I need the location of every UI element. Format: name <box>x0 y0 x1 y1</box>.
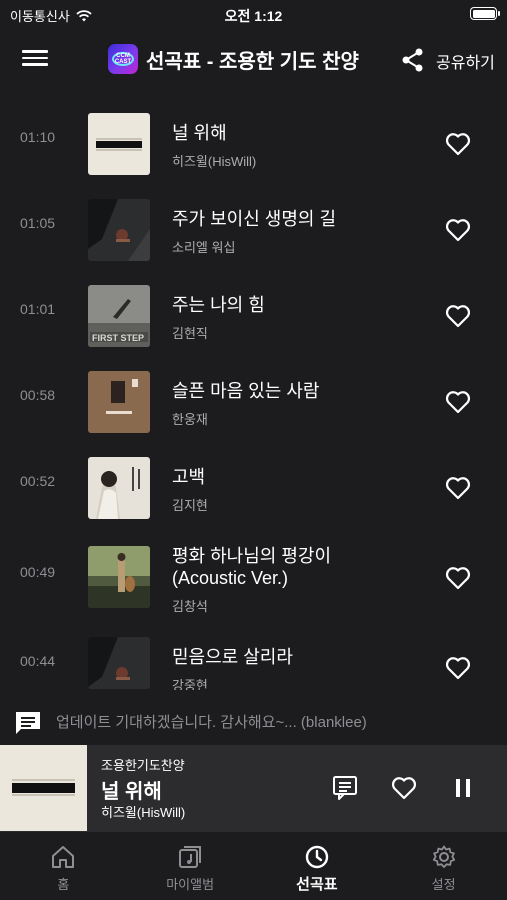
play-time: 00:44 <box>20 653 56 669</box>
comment-bar[interactable]: 업데이트 기대하겠습니다. 감사해요~... (blanklee) <box>0 702 507 738</box>
battery-icon <box>470 7 500 20</box>
song-artist: 한웅재 <box>172 412 208 427</box>
share-icon[interactable] <box>400 47 426 73</box>
heart-icon[interactable] <box>390 775 418 801</box>
album-art <box>88 637 150 689</box>
clock-icon <box>305 845 329 869</box>
play-time: 01:05 <box>20 215 56 231</box>
tab-label: 홈 <box>57 877 70 892</box>
song-artist: 김현직 <box>172 326 208 341</box>
lyrics-icon[interactable] <box>331 774 359 802</box>
song-artist: 김지현 <box>172 498 208 513</box>
share-button[interactable]: 공유하기 <box>436 49 495 73</box>
song-row[interactable]: 01:10 널 위해 히즈윌(HisWill) <box>0 100 507 186</box>
heart-icon[interactable] <box>444 565 472 591</box>
gear-icon <box>432 845 455 868</box>
tab-label: 설정 <box>431 877 456 892</box>
player-album-art <box>0 745 87 831</box>
heart-icon[interactable] <box>444 303 472 329</box>
song-artist: 소리엘 워십 <box>172 240 236 255</box>
pause-icon[interactable] <box>451 776 475 800</box>
tab-label: 선곡표 <box>296 876 338 893</box>
play-time: 00:49 <box>20 564 56 580</box>
app-logo: CCM CAST <box>108 44 138 74</box>
song-title: 슬픈 마음 있는 사람 <box>172 381 320 401</box>
album-art <box>88 457 150 519</box>
menu-icon[interactable] <box>20 46 50 72</box>
song-title: 주는 나의 힘 <box>172 295 265 315</box>
tab-my-album[interactable]: 마이앨범 <box>127 832 254 900</box>
heart-icon[interactable] <box>444 217 472 243</box>
heart-icon[interactable] <box>444 389 472 415</box>
song-row[interactable]: 01:01 FIRST STEP 주는 나의 힘 김현직 <box>0 272 507 358</box>
player-title: 널 위해 <box>101 781 162 803</box>
mini-player[interactable]: 조용한기도찬양 널 위해 히즈윌(HisWill) <box>0 745 507 831</box>
play-time: 01:01 <box>20 301 56 317</box>
album-art <box>88 113 150 175</box>
album-art <box>88 546 150 608</box>
song-row[interactable]: 00:44 믿음으로 살리라 강중현 <box>0 624 507 690</box>
album-art <box>88 371 150 433</box>
song-title: 평화 하나님의 평강이 <box>172 546 332 566</box>
song-row[interactable]: 01:05 주가 보이신 생명의 길 소리엘 워십 <box>0 186 507 272</box>
player-album: 조용한기도찬양 <box>101 758 185 773</box>
song-title-line2: (Acoustic Ver.) <box>172 568 289 588</box>
album-art <box>88 199 150 261</box>
home-icon <box>52 846 75 868</box>
header: CCM CAST 선곡표 - 조용한 기도 찬양 공유하기 <box>0 28 507 90</box>
song-row[interactable]: 00:58 슬픈 마음 있는 사람 한웅재 <box>0 358 507 444</box>
heart-icon[interactable] <box>444 475 472 501</box>
song-artist: 강중현 <box>172 678 208 690</box>
album-icon <box>179 846 202 868</box>
play-time: 01:10 <box>20 129 56 145</box>
song-list: 01:10 널 위해 히즈윌(HisWill) 01:05 주가 보이신 생명의… <box>0 90 507 690</box>
song-title: 믿음으로 살리라 <box>172 647 293 667</box>
play-time: 00:58 <box>20 387 56 403</box>
song-artist: 히즈윌(HisWill) <box>172 154 257 169</box>
tab-settings[interactable]: 설정 <box>380 832 507 900</box>
song-title: 주가 보이신 생명의 길 <box>172 209 337 229</box>
status-time: 오전 1:12 <box>224 8 283 24</box>
heart-icon[interactable] <box>444 131 472 157</box>
tab-label: 마이앨범 <box>166 877 215 892</box>
tab-bar: 홈 마이앨범 선곡표 설정 <box>0 831 507 900</box>
song-artist: 김창석 <box>172 599 208 614</box>
song-title: 고백 <box>172 467 206 487</box>
app-logo-text: CCM CAST <box>112 52 134 66</box>
tab-home[interactable]: 홈 <box>0 832 127 900</box>
song-row[interactable]: 00:49 평화 하나님의 평강이 (Acoustic Ver.) 김창석 <box>0 530 507 620</box>
player-artist: 히즈윌(HisWill) <box>101 805 186 820</box>
status-bar: 이동통신사 오전 1:12 <box>0 0 507 28</box>
song-row[interactable]: 00:52 고백 김지현 <box>0 444 507 530</box>
tab-playlist[interactable]: 선곡표 <box>254 832 381 900</box>
heart-icon[interactable] <box>444 655 472 681</box>
album-art: FIRST STEP <box>88 285 150 347</box>
svg-text:FIRST STEP: FIRST STEP <box>92 333 144 343</box>
play-time: 00:52 <box>20 473 56 489</box>
comment-text: 업데이트 기대하겠습니다. 감사해요~... (blanklee) <box>56 714 367 731</box>
page-title: 선곡표 - 조용한 기도 찬양 <box>146 51 359 73</box>
song-title: 널 위해 <box>172 123 227 143</box>
comment-icon <box>16 712 40 734</box>
